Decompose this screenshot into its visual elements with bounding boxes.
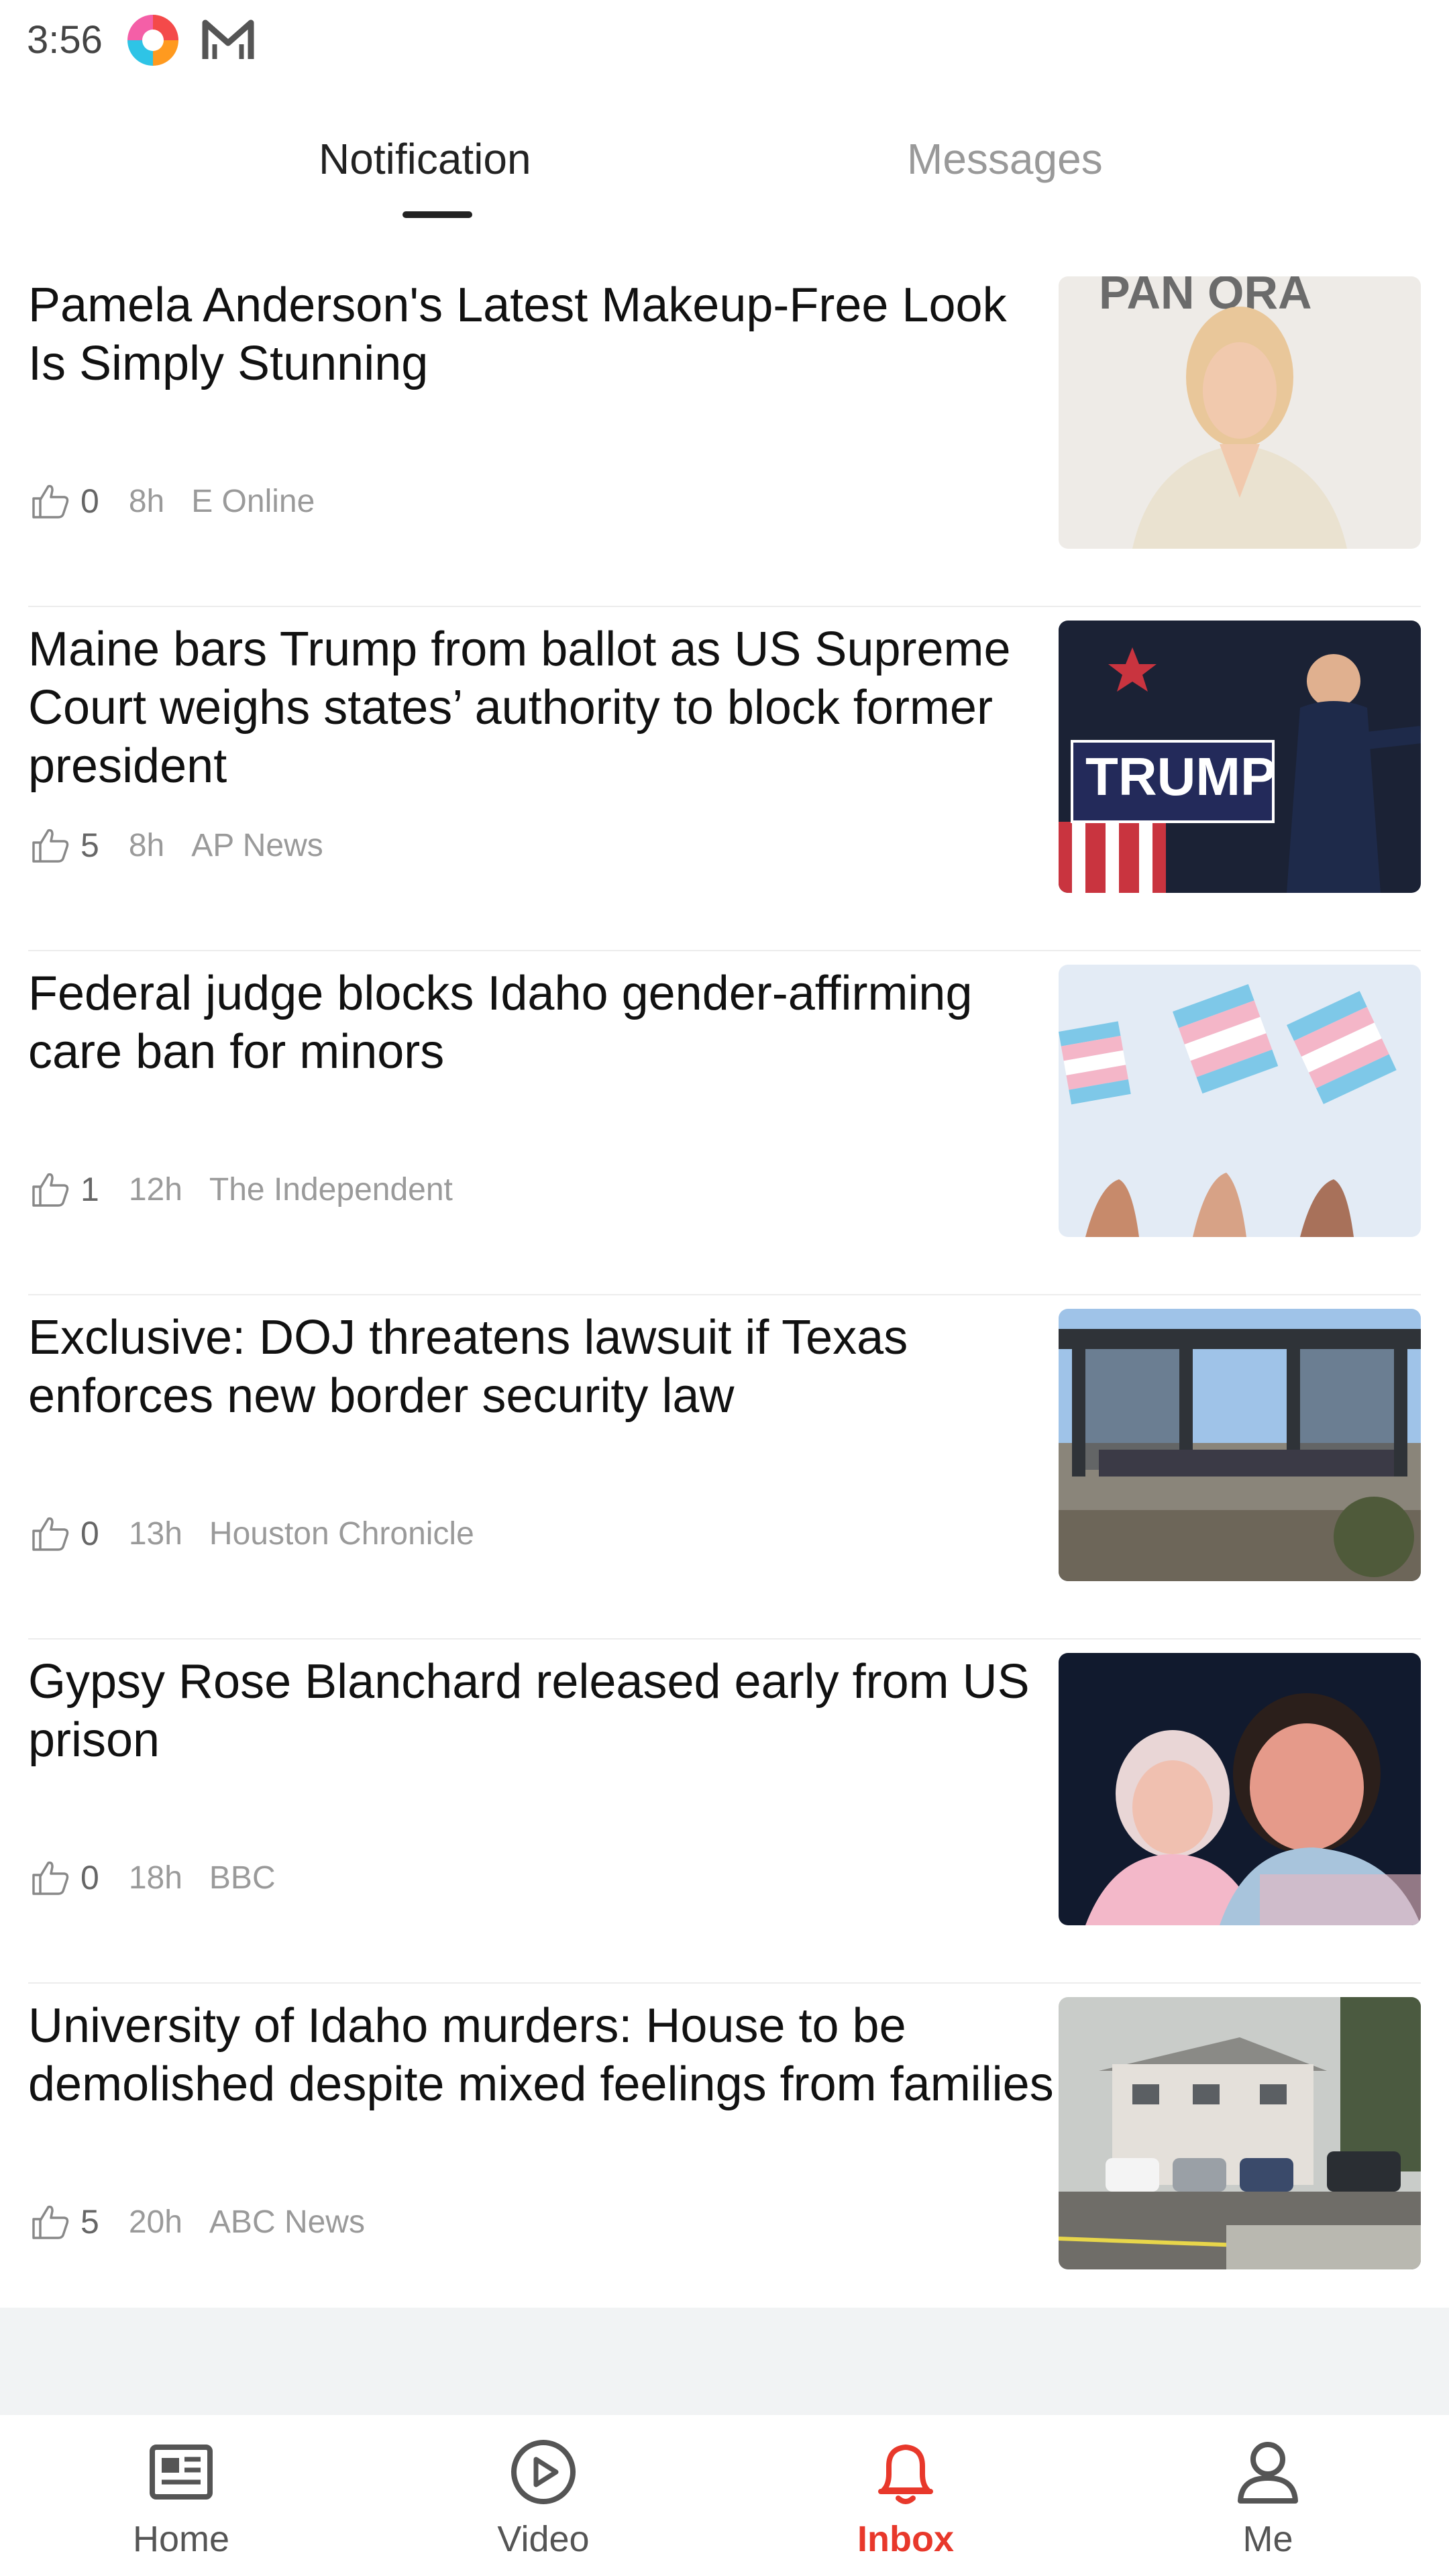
like-count: 0 (80, 1515, 99, 1552)
svg-text:TRUMP: TRUMP (1085, 747, 1276, 806)
person-icon (1238, 2442, 1298, 2504)
thumbnail-image[interactable] (1059, 1997, 1421, 2269)
list-item[interactable]: Maine bars Trump from ballot as US Supre… (0, 607, 1449, 951)
notification-list: Pamela Anderson's Latest Makeup-Free Loo… (0, 263, 1449, 2328)
source-name: BBC (209, 1860, 276, 1896)
play-circle-icon (511, 2440, 576, 2504)
thumbnail-image[interactable] (1059, 1309, 1421, 1581)
status-bar: 3:56 (0, 0, 1449, 87)
source-name: ABC News (209, 2204, 365, 2240)
item-meta: 0 18h BBC (28, 1854, 276, 1901)
nav-me-label: Me (1242, 2519, 1293, 2559)
tab-notification[interactable]: Notification (319, 134, 531, 184)
timestamp: 20h (128, 2204, 182, 2240)
item-meta: 0 13h Houston Chronicle (28, 1510, 474, 1557)
item-meta: 0 8h E Online (28, 478, 315, 525)
thumbs-up-icon[interactable] (28, 1856, 71, 1899)
bell-icon (878, 2445, 933, 2504)
feed-end-spacer (0, 2308, 1449, 2415)
mail-icon (202, 19, 254, 59)
headline[interactable]: Maine bars Trump from ballot as US Supre… (28, 621, 1055, 796)
headline[interactable]: Pamela Anderson's Latest Makeup-Free Loo… (28, 276, 1055, 393)
nav-inbox-label: Inbox (857, 2519, 954, 2559)
headline[interactable]: Federal judge blocks Idaho gender-affirm… (28, 965, 1055, 1081)
like-count: 1 (80, 1171, 99, 1208)
timestamp: 8h (128, 827, 165, 863)
thumbnail-image[interactable]: TRUMP (1059, 621, 1421, 893)
thumbs-up-icon[interactable] (28, 1168, 71, 1211)
source-name: E Online (191, 483, 315, 519)
headline[interactable]: University of Idaho murders: House to be… (28, 1997, 1055, 2114)
like-count: 5 (80, 826, 99, 864)
thumbs-up-icon[interactable] (28, 2200, 71, 2243)
status-time: 3:56 (27, 18, 103, 62)
thumbnail-image[interactable]: PAN ORA (1059, 276, 1421, 549)
item-meta: 1 12h The Independent (28, 1166, 453, 1213)
timestamp: 18h (128, 1860, 182, 1896)
source-name: The Independent (209, 1171, 453, 1208)
thumbs-up-icon[interactable] (28, 824, 71, 867)
nav-video-label: Video (497, 2519, 590, 2559)
timestamp: 12h (128, 1171, 182, 1208)
bottom-nav: Home Video Inbox Me (0, 2415, 1449, 2576)
newspaper-icon (150, 2445, 213, 2500)
svg-text:PAN ORA: PAN ORA (1099, 276, 1312, 319)
tab-messages[interactable]: Messages (907, 134, 1103, 184)
like-count: 0 (80, 1859, 99, 1896)
list-item[interactable]: Gypsy Rose Blanchard released early from… (0, 1640, 1449, 1984)
source-name: Houston Chronicle (209, 1515, 474, 1552)
item-meta: 5 20h ABC News (28, 2198, 365, 2245)
item-meta: 5 8h AP News (28, 822, 323, 869)
nav-home[interactable]: Home (80, 2435, 282, 2560)
nav-me[interactable]: Me (1167, 2435, 1368, 2560)
tab-bar: Notification Messages (0, 121, 1449, 228)
app-notification-icon (127, 15, 178, 66)
timestamp: 13h (128, 1515, 182, 1552)
thumbs-up-icon[interactable] (28, 480, 71, 523)
like-count: 5 (80, 2203, 99, 2241)
nav-inbox[interactable]: Inbox (805, 2435, 1006, 2560)
timestamp: 8h (128, 483, 165, 519)
list-item[interactable]: Federal judge blocks Idaho gender-affirm… (0, 951, 1449, 1295)
headline[interactable]: Gypsy Rose Blanchard released early from… (28, 1653, 1055, 1770)
headline[interactable]: Exclusive: DOJ threatens lawsuit if Texa… (28, 1309, 1055, 1426)
thumbs-up-icon[interactable] (28, 1512, 71, 1555)
list-item[interactable]: Pamela Anderson's Latest Makeup-Free Loo… (0, 263, 1449, 607)
list-item[interactable]: University of Idaho murders: House to be… (0, 1984, 1449, 2328)
source-name: AP News (191, 827, 323, 863)
thumbnail-image[interactable] (1059, 1653, 1421, 1925)
nav-video[interactable]: Video (443, 2435, 644, 2560)
active-tab-indicator (402, 211, 472, 218)
like-count: 0 (80, 482, 99, 520)
thumbnail-image[interactable] (1059, 965, 1421, 1237)
list-item[interactable]: Exclusive: DOJ threatens lawsuit if Texa… (0, 1295, 1449, 1640)
nav-home-label: Home (132, 2519, 230, 2559)
